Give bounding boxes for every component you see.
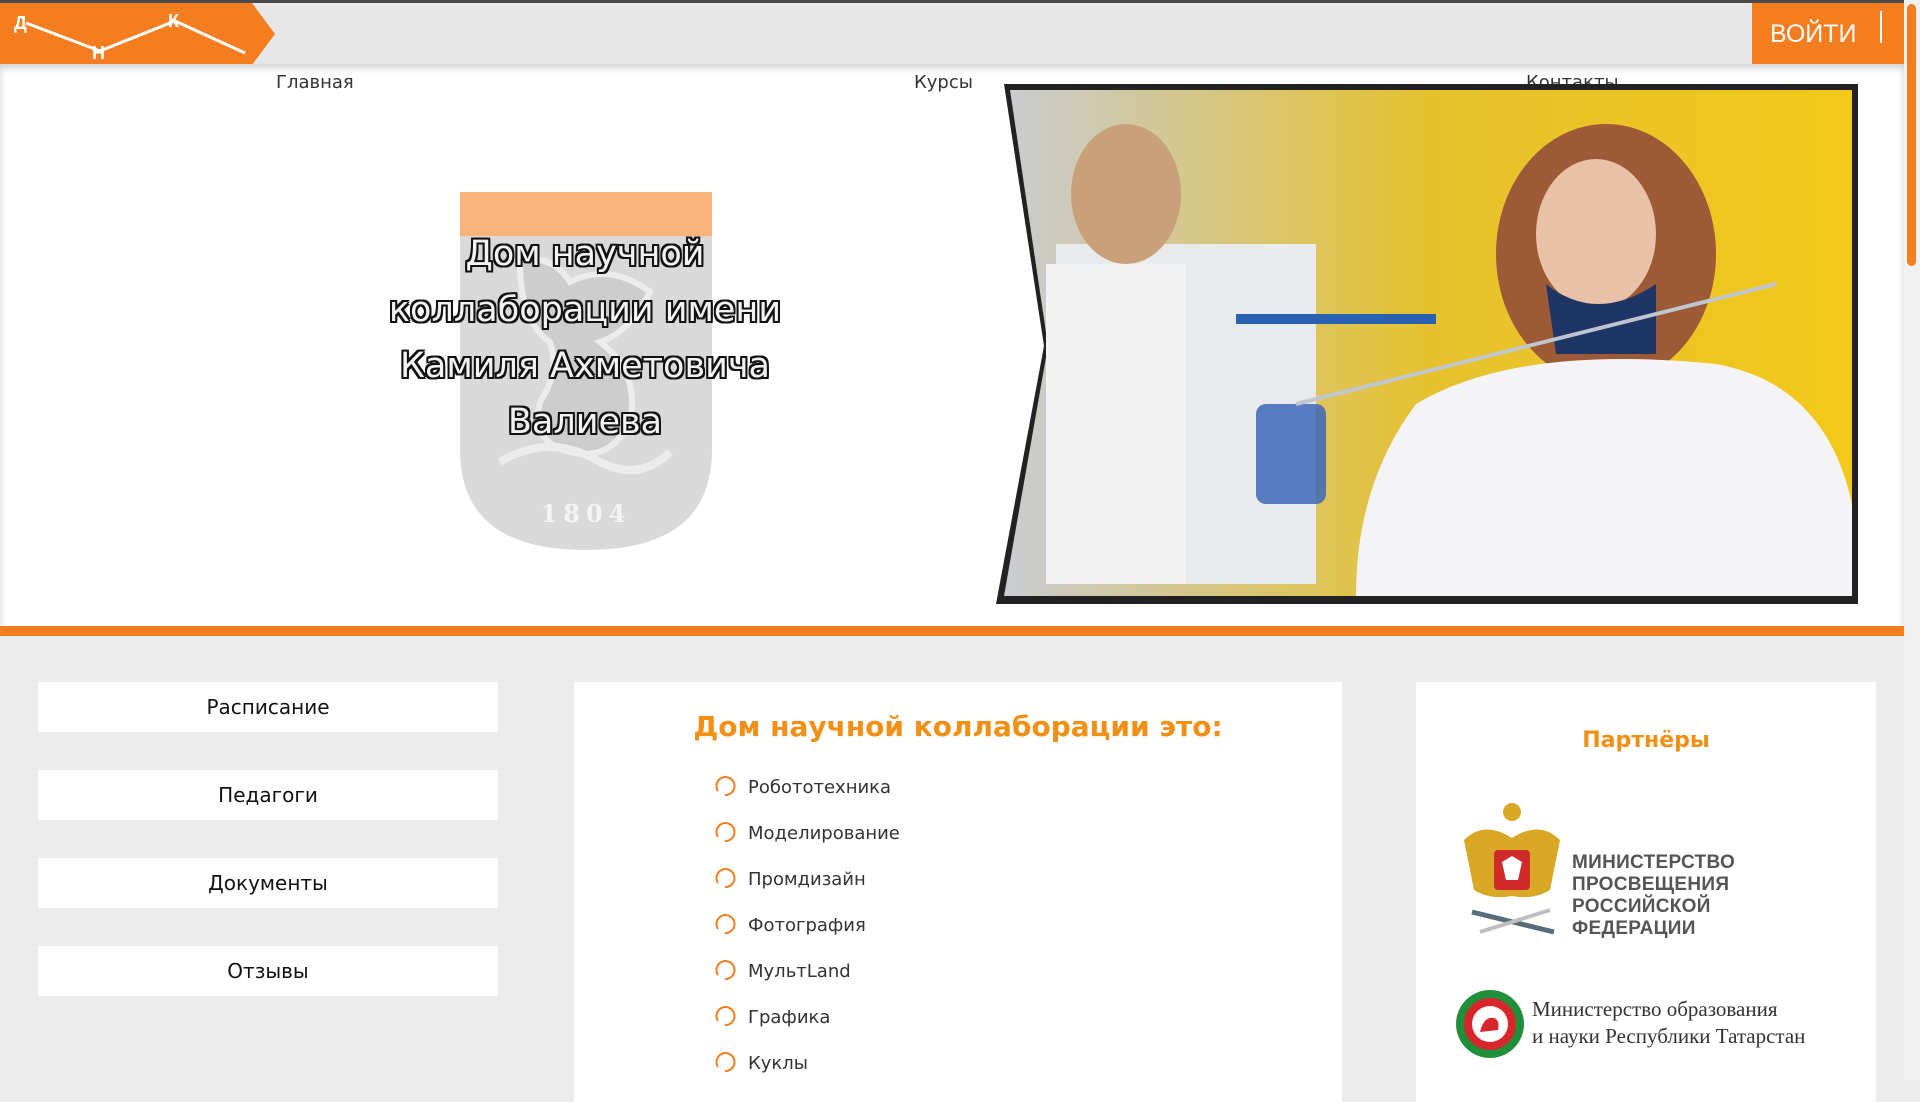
schedule-button[interactable]: Расписание <box>38 682 498 732</box>
circle-bullet-icon <box>715 822 736 843</box>
top-bar <box>0 0 1904 64</box>
circle-bullet-icon <box>715 960 736 981</box>
list-item-label: Промдизайн <box>748 869 866 890</box>
minpros-line: МИНИСТЕРСТВО <box>1572 852 1736 873</box>
hero-title-line: Валиева <box>507 402 663 442</box>
scroll-thumb[interactable] <box>1907 4 1916 266</box>
nav-courses[interactable]: Курсы <box>914 72 973 93</box>
about-title: Дом научной коллаборации это: <box>693 710 1223 743</box>
partner-minpros-logo[interactable]: МИНИСТЕРСТВО ПРОСВЕЩЕНИЯ РОССИЙСКОЙ ФЕДЕ… <box>1454 800 1834 940</box>
documents-button[interactable]: Документы <box>38 858 498 908</box>
nav-home[interactable]: Главная <box>276 72 354 93</box>
partners-card: Партнёры МИНИСТЕРСТВО ПРОСВЕЩЕНИЯ РОССИЙ… <box>1416 682 1876 1102</box>
list-item-label: Графика <box>748 1007 831 1028</box>
hero-title-line: коллаборации имени <box>388 290 782 330</box>
hero-photo <box>996 84 1858 604</box>
list-item-label: Фотография <box>748 915 866 936</box>
circle-bullet-icon <box>715 1006 736 1027</box>
hero-title-line: Дом научной <box>465 234 705 274</box>
logo-letter-k: К <box>168 11 180 31</box>
minpros-line: РОССИЙСКОЙ ФЕДЕРАЦИИ <box>1572 896 1711 939</box>
login-button[interactable]: ВОЙТИ <box>1752 3 1904 65</box>
list-item-label: МультLand <box>748 961 851 982</box>
page-scrollbar[interactable] <box>1904 0 1920 1080</box>
minobr-line: и науки Республики Татарстан <box>1532 1024 1806 1048</box>
list-item-label: Куклы <box>748 1053 809 1074</box>
partner-minobr-tatarstan-logo[interactable]: Министерство образования и науки Республ… <box>1454 982 1834 1072</box>
partners-title: Партнёры <box>1582 728 1710 753</box>
minpros-text: МИНИСТЕРСТВО ПРОСВЕЩЕНИЯ РОССИЙСКОЙ ФЕДЕ… <box>1572 852 1834 940</box>
minpros-line: ПРОСВЕЩЕНИЯ <box>1572 874 1730 895</box>
list-item-label: Робототехника <box>748 777 892 798</box>
hero-title-line: Камиля Ахметовича <box>400 346 770 386</box>
tatarstan-emblem-icon <box>1456 990 1524 1058</box>
circle-bullet-icon <box>715 914 736 935</box>
logo-letter-d: Д <box>14 13 27 33</box>
russian-eagle-icon <box>1464 803 1560 935</box>
about-card: Дом научной коллаборации это: Робототехн… <box>574 682 1342 1102</box>
hero-title: Дом научной коллаборации имени Камиля Ах… <box>380 226 790 450</box>
emblem-year: 1804 <box>541 499 632 528</box>
teachers-button[interactable]: Педагоги <box>38 770 498 820</box>
reviews-button[interactable]: Отзывы <box>38 946 498 996</box>
circle-bullet-icon <box>715 776 736 797</box>
login-label: ВОЙТИ <box>1770 19 1857 48</box>
circle-bullet-icon <box>715 1052 736 1073</box>
minobr-text: Министерство образования и науки Республ… <box>1532 996 1805 1050</box>
login-divider <box>1880 11 1882 43</box>
circle-bullet-icon <box>715 868 736 889</box>
dnk-logo[interactable]: Д Н К <box>0 3 280 65</box>
list-item-label: Моделирование <box>748 823 900 844</box>
hero-divider-bar <box>0 626 1904 636</box>
logo-letter-n: Н <box>92 43 105 63</box>
minobr-line: Министерство образования <box>1532 997 1778 1021</box>
